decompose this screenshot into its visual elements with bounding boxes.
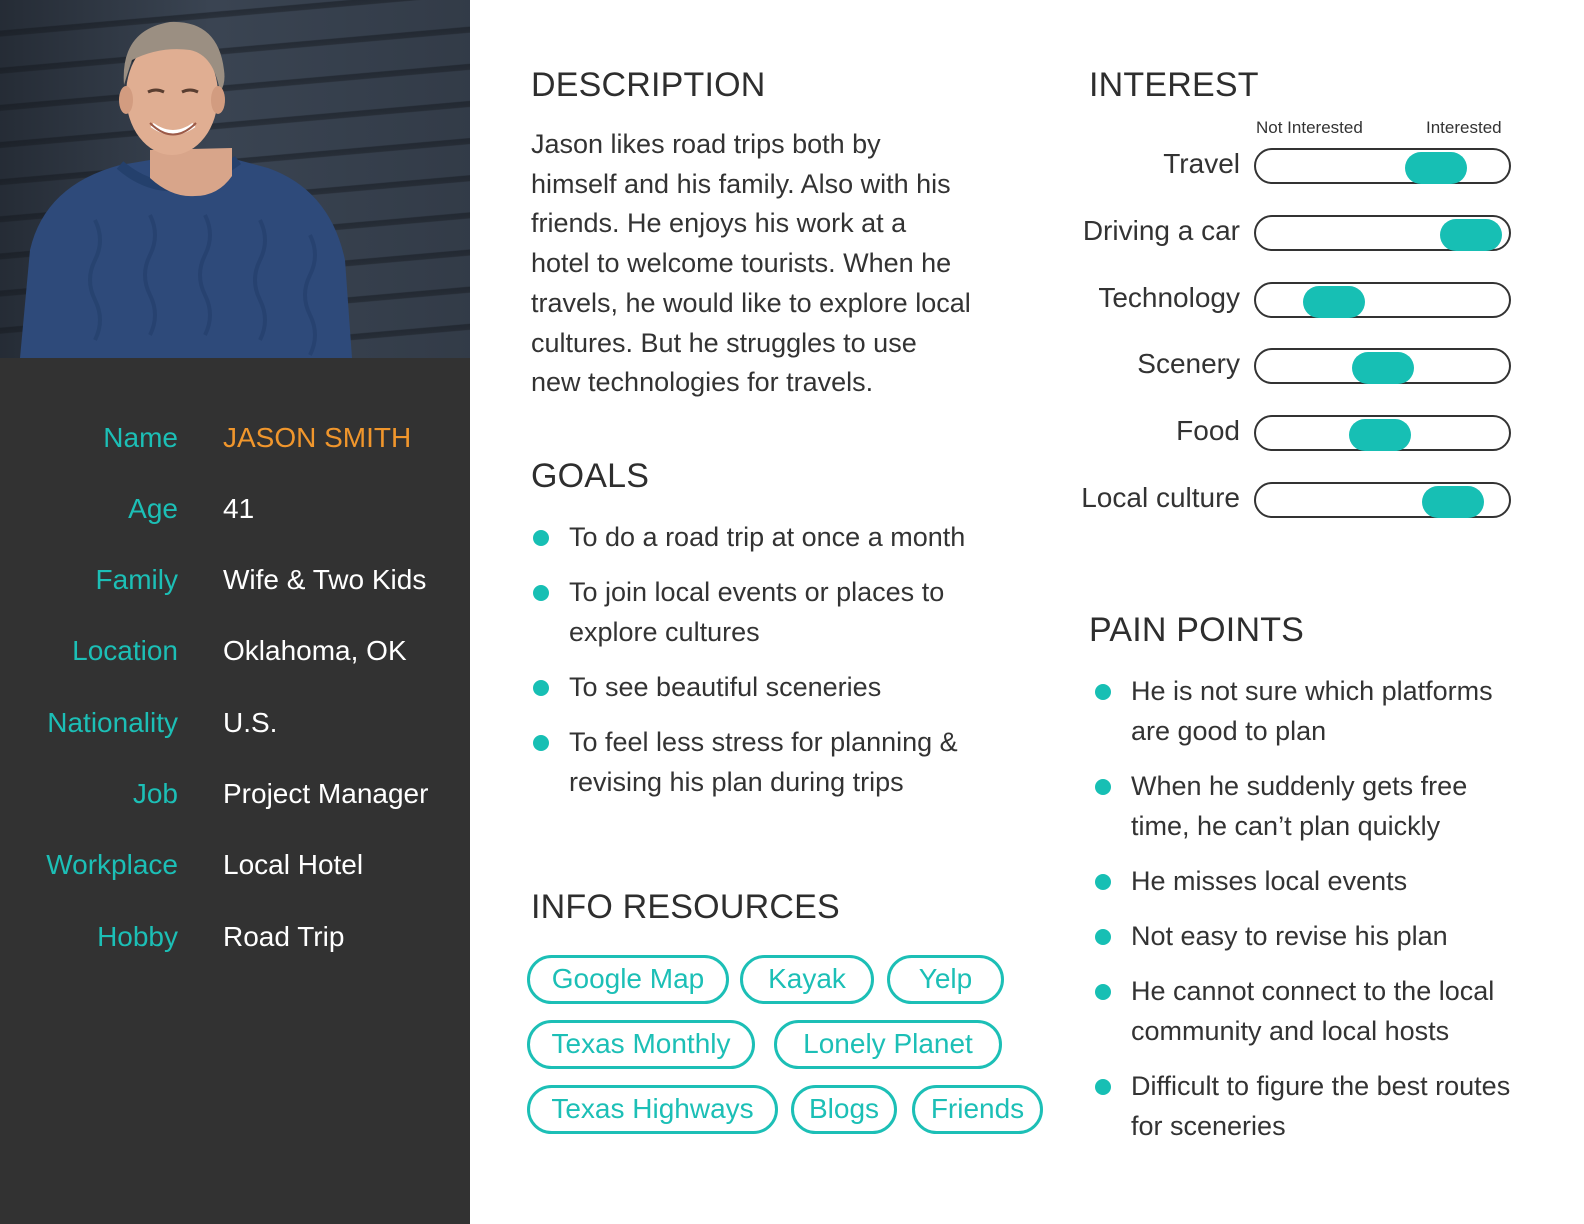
interest-label: Travel	[1163, 148, 1240, 179]
bullet-dot-icon	[1095, 929, 1111, 945]
list-item: He cannot connect to the local community…	[1093, 971, 1533, 1051]
profile-photo	[0, 0, 470, 358]
tag-texas-monthly: Texas Monthly	[527, 1020, 755, 1069]
interest-label: Technology	[1098, 282, 1240, 313]
interest-row-driving: Driving a car	[1070, 215, 1520, 255]
workplace-label: Workplace	[46, 849, 178, 880]
name-row: Name JASON SMITH	[0, 422, 470, 466]
bullet-dot-icon	[1095, 779, 1111, 795]
bullet-dot-icon	[533, 585, 549, 601]
list-item: Not easy to revise his plan	[1093, 916, 1533, 956]
job-value: Project Manager	[223, 778, 429, 809]
description-heading: DESCRIPTION	[531, 66, 766, 104]
interest-row-food: Food	[1070, 415, 1520, 455]
interest-slider-track	[1254, 482, 1511, 518]
bullet-dot-icon	[533, 530, 549, 546]
list-item: When he suddenly gets free time, he can’…	[1093, 766, 1533, 846]
hobby-label: Hobby	[97, 921, 178, 952]
family-value: Wife & Two Kids	[223, 564, 427, 595]
interest-label: Food	[1176, 415, 1240, 446]
interest-label: Scenery	[1137, 348, 1240, 379]
interest-row-travel: Travel	[1070, 148, 1520, 188]
interest-label: Driving a car	[1082, 215, 1240, 246]
nationality-value: U.S.	[223, 707, 278, 738]
interest-level-knob	[1405, 152, 1467, 184]
bullet-dot-icon	[1095, 684, 1111, 700]
bullet-dot-icon	[533, 680, 549, 696]
workplace-row: Workplace Local Hotel	[0, 849, 470, 893]
interest-label: Local culture	[1081, 482, 1240, 513]
job-row: Job Project Manager	[0, 778, 470, 822]
interest-row-technology: Technology	[1070, 282, 1520, 322]
hobby-row: Hobby Road Trip	[0, 921, 470, 965]
interest-slider-track	[1254, 348, 1511, 384]
bullet-dot-icon	[1095, 874, 1111, 890]
interest-level-knob	[1349, 419, 1411, 451]
location-label: Location	[72, 635, 178, 666]
hobby-value: Road Trip	[223, 921, 345, 952]
family-label: Family	[95, 564, 178, 595]
bullet-dot-icon	[1095, 1079, 1111, 1095]
goals-list: To do a road trip at once a month To joi…	[531, 517, 991, 817]
person-portrait	[20, 21, 352, 358]
location-row: Location Oklahoma, OK	[0, 635, 470, 679]
profile-panel: Name JASON SMITH Age 41 Family Wife & Tw…	[0, 0, 470, 1224]
interest-slider-track	[1254, 215, 1511, 251]
interest-level-knob	[1440, 219, 1502, 251]
list-item: He misses local events	[1093, 861, 1533, 901]
bullet-dot-icon	[1095, 984, 1111, 1000]
tag-kayak: Kayak	[740, 955, 874, 1004]
job-label: Job	[132, 778, 178, 809]
interest-row-local-culture: Local culture	[1070, 482, 1520, 522]
list-item: To join local events or places to explor…	[531, 572, 991, 652]
interest-heading: INTEREST	[1089, 66, 1259, 104]
interest-slider-track	[1254, 282, 1511, 318]
list-item: To feel less stress for planning & revis…	[531, 722, 991, 802]
interest-slider-track	[1254, 415, 1511, 451]
tag-friends: Friends	[912, 1085, 1043, 1134]
age-value: 41	[223, 493, 255, 524]
interest-slider-track	[1254, 148, 1511, 184]
location-value: Oklahoma, OK	[223, 635, 407, 666]
age-label: Age	[128, 493, 178, 524]
interest-row-scenery: Scenery	[1070, 348, 1520, 388]
list-item: He is not sure which platforms are good …	[1093, 671, 1533, 751]
nationality-row: Nationality U.S.	[0, 707, 470, 751]
interest-level-knob	[1352, 352, 1414, 384]
nationality-label: Nationality	[47, 707, 178, 738]
bullet-dot-icon	[533, 735, 549, 751]
description-text: Jason likes road trips both by himself a…	[531, 129, 971, 398]
tag-blogs: Blogs	[791, 1085, 897, 1134]
scale-high-label: Interested	[1426, 118, 1502, 137]
workplace-value: Local Hotel	[223, 849, 364, 880]
goals-heading: GOALS	[531, 457, 650, 495]
interest-level-knob	[1303, 286, 1365, 318]
family-row: Family Wife & Two Kids	[0, 564, 470, 608]
list-item: Difficult to figure the best routes for …	[1093, 1066, 1533, 1146]
list-item: To do a road trip at once a month	[531, 517, 991, 557]
pain-points-heading: PAIN POINTS	[1089, 611, 1305, 649]
age-row: Age 41	[0, 493, 470, 537]
info-resources-heading: INFO RESOURCES	[531, 888, 840, 926]
name-label: Name	[103, 422, 178, 453]
tag-texas-highways: Texas Highways	[527, 1085, 778, 1134]
scale-low-label: Not Interested	[1256, 118, 1363, 137]
tag-yelp: Yelp	[887, 955, 1004, 1004]
tag-google-map: Google Map	[527, 955, 729, 1004]
tag-lonely-planet: Lonely Planet	[774, 1020, 1002, 1069]
pain-points-list: He is not sure which platforms are good …	[1093, 671, 1533, 1161]
interest-level-knob	[1422, 486, 1484, 518]
list-item: To see beautiful sceneries	[531, 667, 991, 707]
name-value: JASON SMITH	[223, 422, 412, 453]
